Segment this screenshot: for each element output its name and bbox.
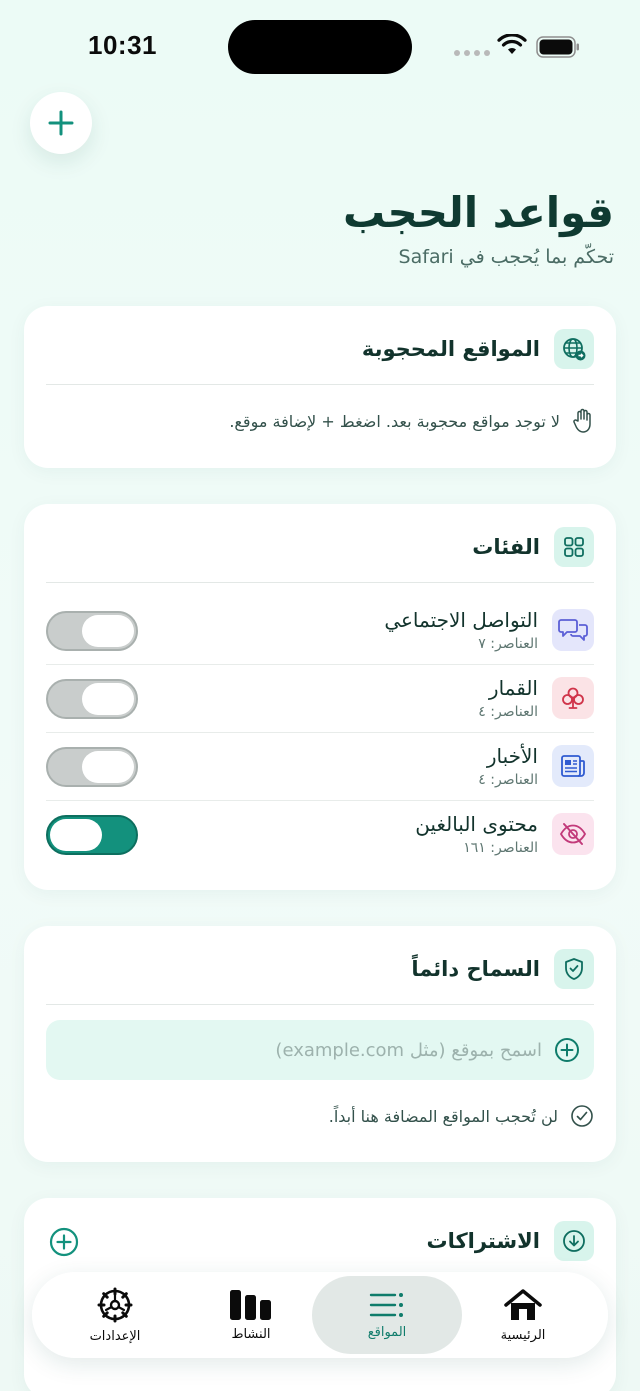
blocked-sites-card: المواقع المحجوبة لا توجد مواقع محجوبة بع… — [24, 306, 616, 468]
tab-bar: الرئيسية المواقع النشاط الإعدادات — [32, 1272, 608, 1358]
subscriptions-title: الاشتراكات — [426, 1229, 540, 1253]
check-circle-icon — [571, 1105, 593, 1127]
tab-settings[interactable]: الإعدادات — [40, 1276, 190, 1354]
category-count: العناصر: ١٦١ — [463, 840, 538, 856]
category-row-news: الأخبار العناصر: ٤ — [46, 732, 594, 800]
allow-site-input[interactable]: اسمح بموقع (مثل example.com) — [46, 1020, 594, 1080]
categories-card: الفئات التواصل الاجتماعي العناصر: ٧ القم… — [24, 504, 616, 890]
battery-icon — [536, 36, 579, 58]
bar-chart-icon — [230, 1289, 271, 1320]
plus-circle-icon — [49, 1227, 79, 1257]
categories-header: الفئات — [472, 526, 594, 568]
divider — [46, 384, 594, 385]
newspaper-icon — [552, 745, 594, 787]
house-icon — [504, 1288, 542, 1320]
tab-label: النشاط — [231, 1326, 271, 1342]
tab-home[interactable]: الرئيسية — [448, 1276, 598, 1354]
category-toggle-news[interactable] — [46, 747, 138, 787]
category-name: الأخبار — [486, 744, 538, 768]
allow-input-placeholder: اسمح بموقع (مثل example.com) — [275, 1039, 542, 1061]
tab-label: الرئيسية — [500, 1327, 546, 1343]
globe-block-icon — [554, 329, 594, 369]
signal-dots-icon — [454, 50, 490, 56]
category-toggle-social[interactable] — [46, 611, 138, 651]
category-row-adult: محتوى البالغين العناصر: ١٦١ — [46, 800, 594, 868]
allow-always-card: السماح دائماً اسمح بموقع (مثل example.co… — [24, 926, 616, 1162]
divider — [46, 582, 594, 583]
category-row-gambling: القمار العناصر: ٤ — [46, 664, 594, 732]
category-toggle-adult[interactable] — [46, 815, 138, 855]
list-icon — [369, 1292, 403, 1317]
allow-always-header: السماح دائماً — [411, 948, 594, 990]
category-name: القمار — [488, 676, 538, 700]
blocked-sites-title: المواقع المحجوبة — [361, 337, 540, 361]
category-name: التواصل الاجتماعي — [384, 608, 538, 632]
empty-message: لا توجد مواقع محجوبة بعد. اضغط + لإضافة … — [229, 411, 560, 431]
hand-stop-icon — [573, 408, 591, 433]
divider — [46, 1004, 594, 1005]
status-bar: 10:31 — [0, 0, 640, 90]
club-suit-icon — [552, 677, 594, 719]
wifi-icon — [497, 34, 527, 54]
category-name: محتوى البالغين — [415, 812, 538, 836]
blocked-sites-header: المواقع المحجوبة — [362, 328, 594, 370]
allow-note-text: لن تُحجب المواقع المضافة هنا أبداً. — [328, 1106, 558, 1126]
add-subscription-button[interactable] — [48, 1226, 80, 1258]
categories-title: الفئات — [472, 535, 540, 559]
category-count: العناصر: ٤ — [478, 772, 538, 788]
grid-icon — [554, 527, 594, 567]
page-title: قواعد الحجب — [343, 188, 614, 237]
download-circle-icon — [554, 1221, 594, 1261]
eye-slash-icon — [552, 813, 594, 855]
chat-bubbles-icon — [552, 609, 594, 651]
category-count: العناصر: ٤ — [478, 704, 538, 720]
dynamic-island — [228, 20, 412, 74]
subscriptions-header: الاشتراكات — [426, 1220, 594, 1262]
gear-icon — [97, 1287, 133, 1322]
plus-circle-icon — [555, 1038, 579, 1062]
tab-sites[interactable]: المواقع — [312, 1276, 462, 1354]
blocked-sites-empty: لا توجد مواقع محجوبة بعد. اضغط + لإضافة … — [46, 408, 594, 434]
allow-always-title: السماح دائماً — [411, 957, 540, 981]
category-toggle-gambling[interactable] — [46, 679, 138, 719]
tab-activity[interactable]: النشاط — [176, 1276, 326, 1354]
status-time: 10:31 — [88, 30, 157, 60]
category-row-social: التواصل الاجتماعي العناصر: ٧ — [46, 596, 594, 664]
shield-check-icon — [554, 949, 594, 989]
add-site-button[interactable] — [30, 92, 92, 154]
allow-always-note: لن تُحجب المواقع المضافة هنا أبداً. — [46, 1104, 594, 1128]
tab-label: المواقع — [367, 1324, 407, 1340]
category-count: العناصر: ٧ — [478, 636, 538, 652]
page-subtitle: تحكّم بما يُحجب في Safari — [398, 246, 614, 268]
plus-icon — [48, 110, 74, 136]
tab-label: الإعدادات — [89, 1328, 141, 1344]
